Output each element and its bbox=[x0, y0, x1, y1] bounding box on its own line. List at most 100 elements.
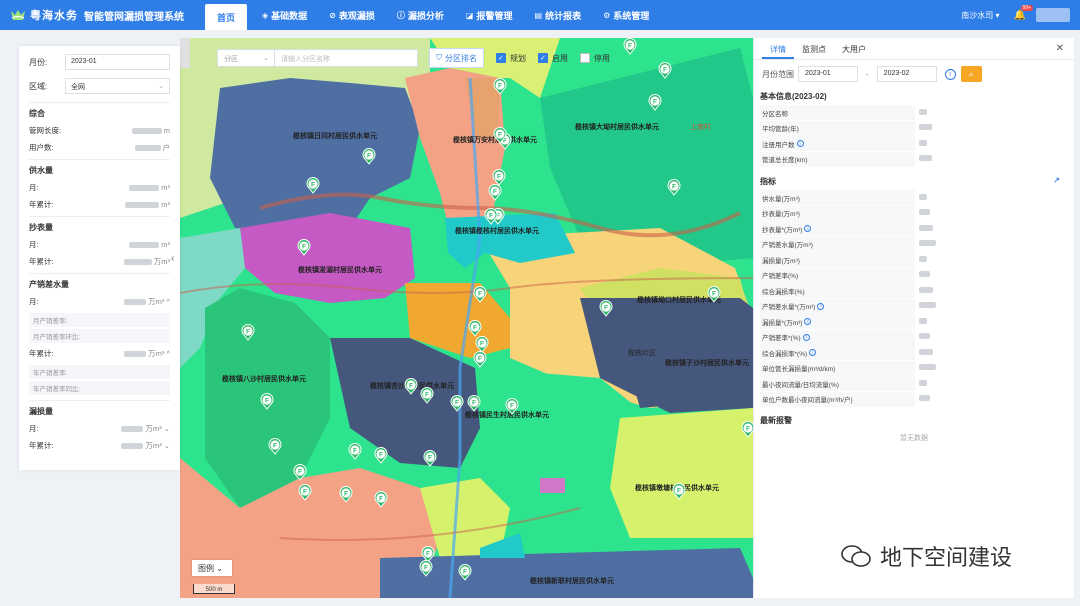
tab-monitoring-points[interactable]: 监测点 bbox=[794, 38, 834, 59]
leak-year-row[interactable]: 年累计: 万m³ ⌄ bbox=[29, 440, 170, 451]
flow-meter-pin-icon[interactable]: F bbox=[339, 486, 353, 503]
range-end-picker[interactable]: 2023-02 bbox=[876, 66, 937, 82]
search-button[interactable]: ⌕ bbox=[960, 66, 982, 82]
flow-meter-pin-icon[interactable]: F bbox=[473, 286, 487, 303]
zone-label[interactable]: 榄核镇大坳村居民供水单元 bbox=[575, 122, 659, 132]
flow-meter-pin-icon[interactable]: F bbox=[419, 560, 433, 577]
check-circle-icon: ⊘ bbox=[329, 10, 336, 20]
tab-details[interactable]: 详情 bbox=[762, 38, 794, 59]
map-toolbar: 分区 ⌄ 请输入分区名称 ⛉ 分区排名 ✓ 规划 ✓ 启用 停用 bbox=[217, 48, 610, 68]
checkbox-planned[interactable]: ✓ 规划 bbox=[496, 53, 526, 64]
chevron-down-icon: ⌄ bbox=[216, 564, 223, 573]
indicator-row: 单位户数最小夜间流量(m³/h/户) bbox=[754, 391, 1074, 408]
document-icon: ▤ bbox=[534, 10, 543, 20]
svg-text:F: F bbox=[480, 341, 484, 348]
flow-meter-pin-icon[interactable]: F bbox=[420, 387, 434, 404]
district-rank-button[interactable]: ⛉ 分区排名 bbox=[429, 48, 484, 68]
zone-label[interactable]: 榄核镇八沙村居民供水单元 bbox=[222, 374, 306, 384]
leak-month-row[interactable]: 月: 万m³ ⌄ bbox=[29, 423, 170, 434]
flow-meter-pin-icon[interactable]: F bbox=[374, 491, 388, 508]
indicator-row: 产销差率*(%) i bbox=[754, 329, 1074, 346]
flow-meter-pin-icon[interactable]: F bbox=[297, 239, 311, 256]
checkbox-disabled[interactable]: 停用 bbox=[580, 53, 610, 64]
map[interactable]: 榄核镇日冈村居民供水单元 榄核镇万安村居民供水单元 榄核镇大坳村居民供水单元 榄… bbox=[180, 38, 753, 598]
help-icon[interactable]: i bbox=[804, 318, 812, 326]
zone-label[interactable]: 榄核镇日冈村居民供水单元 bbox=[293, 131, 377, 141]
help-icon[interactable]: i bbox=[817, 302, 825, 310]
flow-meter-pin-icon[interactable]: F bbox=[423, 450, 437, 467]
nav-loss-analysis[interactable]: ⓘ 漏损分析 bbox=[386, 0, 455, 30]
flow-meter-pin-icon[interactable]: F bbox=[458, 564, 472, 581]
layers-icon: ◈ bbox=[262, 10, 269, 20]
row-value bbox=[915, 271, 932, 279]
nav-basic-data[interactable]: ◈ 基础数据 bbox=[251, 0, 318, 30]
indicator-title: 指标 ↗ bbox=[754, 173, 1074, 190]
flow-meter-pin-icon[interactable]: F bbox=[450, 395, 464, 412]
nav-alarm[interactable]: ◪ 报警管理 bbox=[455, 0, 524, 30]
row-value bbox=[915, 317, 929, 326]
flow-meter-pin-icon[interactable]: F bbox=[493, 127, 507, 144]
flow-meter-pin-icon[interactable]: F bbox=[348, 443, 362, 460]
legend-button[interactable]: 图例 ⌄ bbox=[192, 560, 232, 576]
flow-meter-pin-icon[interactable]: F bbox=[260, 393, 274, 410]
place-label: 上南村 bbox=[690, 124, 711, 131]
month-picker[interactable]: 2023-01 bbox=[65, 54, 170, 70]
nrw-year-row[interactable]: 年累计: 万m³ ^ bbox=[29, 348, 170, 359]
flow-meter-pin-icon[interactable]: F bbox=[741, 421, 753, 438]
info-icon[interactable]: i bbox=[944, 68, 956, 80]
flow-meter-pin-icon[interactable]: F bbox=[268, 438, 282, 455]
checkbox-enabled[interactable]: ✓ 启用 bbox=[538, 53, 568, 64]
chart-icon[interactable]: ↗ bbox=[1053, 176, 1060, 187]
help-icon[interactable]: i bbox=[802, 333, 810, 341]
flow-meter-pin-icon[interactable]: F bbox=[648, 94, 662, 111]
svg-text:F: F bbox=[510, 403, 514, 410]
flow-meter-pin-icon[interactable]: F bbox=[298, 484, 312, 501]
flow-meter-pin-icon[interactable]: F bbox=[505, 398, 519, 415]
collapse-left-panel-icon[interactable]: ‹ bbox=[171, 253, 174, 264]
flow-meter-pin-icon[interactable]: F bbox=[362, 148, 376, 165]
help-icon[interactable]: i bbox=[804, 225, 812, 233]
district-select[interactable]: 分区 ⌄ bbox=[217, 49, 275, 67]
tab-large-users[interactable]: 大用户 bbox=[834, 38, 874, 59]
flow-meter-pin-icon[interactable]: F bbox=[599, 300, 613, 317]
range-start-picker[interactable]: 2023-01 bbox=[798, 66, 858, 82]
flow-meter-pin-icon[interactable]: F bbox=[667, 179, 681, 196]
flow-meter-pin-icon[interactable]: F bbox=[623, 38, 637, 55]
zone-label[interactable]: 榄核镇榄核村居民供水单元 bbox=[455, 226, 539, 236]
close-icon[interactable]: ✕ bbox=[1056, 43, 1064, 54]
flow-meter-pin-icon[interactable]: F bbox=[707, 286, 721, 303]
flow-meter-pin-icon[interactable]: F bbox=[658, 62, 672, 79]
help-icon[interactable]: i bbox=[809, 349, 817, 357]
help-icon[interactable]: i bbox=[796, 140, 804, 148]
filter-icon: ⛉ bbox=[436, 53, 442, 62]
flow-meter-pin-icon[interactable]: F bbox=[374, 447, 388, 464]
flow-meter-pin-icon[interactable]: F bbox=[493, 78, 507, 95]
nav-apparent-loss[interactable]: ⊘ 表观漏损 bbox=[318, 0, 386, 30]
flow-meter-pin-icon[interactable]: F bbox=[672, 483, 686, 500]
nrw-month-row[interactable]: 月: 万m³ ^ bbox=[29, 296, 170, 307]
notifications[interactable]: 🔔 99+ bbox=[1014, 4, 1034, 21]
area-select[interactable]: 全网 ⌄ bbox=[65, 78, 170, 94]
chevron-down-icon: ▾ bbox=[995, 10, 1000, 20]
flow-meter-pin-icon[interactable]: F bbox=[306, 177, 320, 194]
nav-home[interactable]: 首页 bbox=[205, 4, 248, 30]
avatar[interactable] bbox=[1036, 8, 1070, 22]
flow-meter-pin-icon[interactable]: F bbox=[473, 351, 487, 368]
user-menu[interactable]: 南沙水司 ▾ bbox=[961, 10, 999, 21]
district-search-input[interactable]: 请输入分区名称 bbox=[275, 49, 418, 67]
main-nav: 首页 ◈ 基础数据 ⊘ 表观漏损 ⓘ 漏损分析 ◪ 报警管理 ▤ 统计报表 ⚙ 系统管理 bbox=[205, 0, 660, 30]
flow-meter-pin-icon[interactable]: F bbox=[293, 464, 307, 481]
nav-reports[interactable]: ▤ 统计报表 bbox=[524, 0, 593, 30]
zone-label[interactable]: 榄核镇湴湄村居民供水单元 bbox=[298, 265, 382, 275]
flow-meter-pin-icon[interactable]: F bbox=[404, 378, 418, 395]
svg-text:F: F bbox=[425, 392, 429, 399]
flow-meter-pin-icon[interactable]: F bbox=[468, 320, 482, 337]
flow-meter-pin-icon[interactable]: F bbox=[488, 184, 502, 201]
watermark-text: 地下空间建设 bbox=[880, 546, 1013, 571]
flow-meter-pin-icon[interactable]: F bbox=[467, 395, 481, 412]
zone-label[interactable]: 榄核镇子沙村居民供水单元 bbox=[665, 358, 749, 368]
flow-meter-pin-icon[interactable]: F bbox=[484, 208, 498, 225]
zone-label[interactable]: 榄核镇新联村居民供水单元 bbox=[530, 576, 614, 586]
nav-system[interactable]: ⚙ 系统管理 bbox=[592, 0, 660, 30]
flow-meter-pin-icon[interactable]: F bbox=[241, 324, 255, 341]
